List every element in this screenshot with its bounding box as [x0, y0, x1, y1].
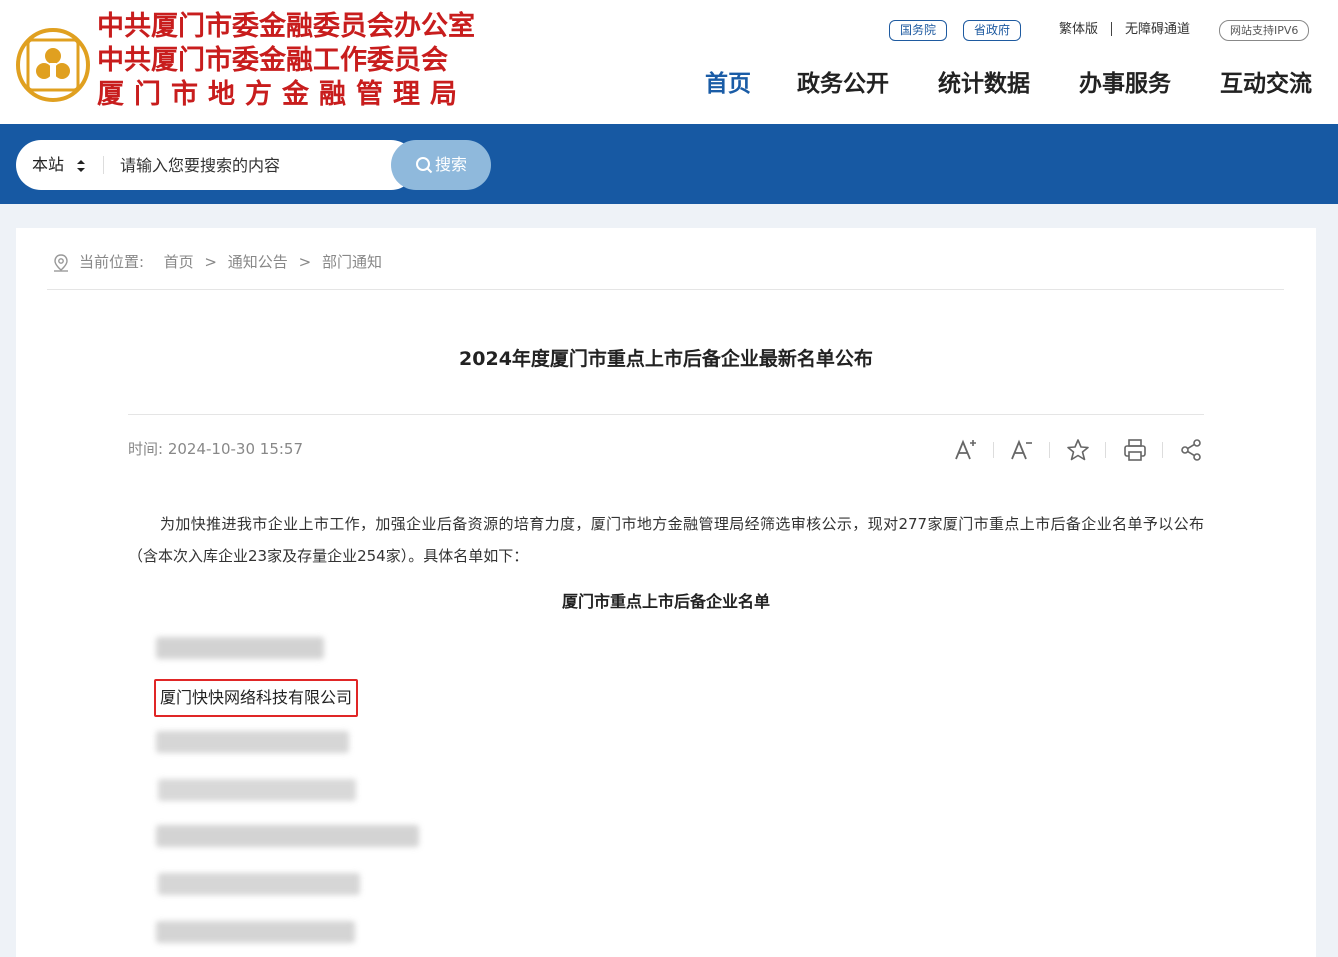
- search-divider: [103, 156, 104, 174]
- font-decrease-icon[interactable]: [1009, 437, 1035, 463]
- nav-home[interactable]: 首页: [705, 68, 751, 100]
- publish-time: 时间: 2024-10-30 15:57: [128, 439, 303, 459]
- nav-services[interactable]: 办事服务: [1079, 68, 1171, 100]
- redacted-company-entry: [158, 779, 356, 801]
- breadcrumb: 当前位置: 首页 > 通知公告 > 部门通知: [79, 252, 382, 272]
- redacted-company-entry: [158, 873, 360, 895]
- title-divider: [128, 414, 1204, 415]
- breadcrumb-divider: [47, 289, 1284, 290]
- favorite-star-icon[interactable]: [1065, 437, 1091, 463]
- guowuyuan-link[interactable]: 国务院: [889, 20, 948, 41]
- nav-interaction[interactable]: 互动交流: [1220, 68, 1312, 100]
- redacted-company-entry: [156, 731, 349, 753]
- search-button[interactable]: 搜索: [391, 140, 491, 190]
- location-pin-icon: [54, 254, 68, 272]
- search-icon: [415, 157, 433, 174]
- redacted-company-entry: [156, 921, 355, 943]
- article-title: 2024年度厦门市重点上市后备企业最新名单公布: [459, 348, 873, 370]
- ipv6-badge: 网站支持IPV6: [1219, 20, 1310, 41]
- breadcrumb-label: 当前位置:: [79, 253, 145, 271]
- redacted-company-entry: [156, 637, 324, 659]
- org-name-1: 中共厦门市委金融委员会办公室: [97, 11, 475, 42]
- breadcrumb-separator: >: [298, 253, 312, 271]
- publish-time-value: 2024-10-30 15:57: [167, 440, 304, 458]
- search-input[interactable]: [112, 145, 403, 185]
- provincial-gov-link[interactable]: 省政府: [963, 20, 1022, 41]
- search-scope-select[interactable]: 本站: [32, 153, 64, 177]
- breadcrumb-notices[interactable]: 通知公告: [228, 253, 288, 271]
- intro-paragraph: 为加快推进我市企业上市工作，加强企业后备资源的培育力度，厦门市地方金融管理局经筛…: [128, 515, 1204, 565]
- accessibility-link[interactable]: 无障碍通道: [1125, 21, 1190, 39]
- org-name-3: 厦门市地方金融管理局: [97, 79, 467, 110]
- tool-divider: [1162, 442, 1163, 458]
- breadcrumb-department-notices[interactable]: 部门通知: [322, 253, 382, 271]
- sort-arrows-icon[interactable]: [74, 156, 88, 176]
- org-names: 中共厦门市委金融委员会办公室 中共厦门市委金融工作委员会 厦门市地方金融管理局: [97, 10, 497, 112]
- list-title: 厦门市重点上市后备企业名单: [561, 592, 770, 611]
- breadcrumb-home[interactable]: 首页: [164, 253, 194, 271]
- top-link-divider: [1111, 22, 1112, 36]
- tool-divider: [1049, 442, 1050, 458]
- traditional-chinese-link[interactable]: 繁体版: [1059, 21, 1098, 39]
- print-icon[interactable]: [1122, 437, 1148, 463]
- tool-divider: [1105, 442, 1106, 458]
- finance-emblem-icon: [16, 28, 90, 102]
- publish-time-label: 时间:: [128, 440, 164, 458]
- tool-divider: [993, 442, 994, 458]
- font-increase-icon[interactable]: [953, 437, 979, 463]
- search-button-label: 搜索: [434, 155, 467, 174]
- redacted-company-entry: [156, 825, 419, 847]
- highlighted-company: 厦门快快网络科技有限公司: [154, 679, 359, 717]
- org-name-2: 中共厦门市委金融工作委员会: [97, 45, 448, 76]
- share-icon[interactable]: [1178, 437, 1204, 463]
- nav-government-affairs[interactable]: 政务公开: [797, 68, 889, 100]
- breadcrumb-separator: >: [204, 253, 217, 271]
- nav-statistics[interactable]: 统计数据: [938, 68, 1030, 100]
